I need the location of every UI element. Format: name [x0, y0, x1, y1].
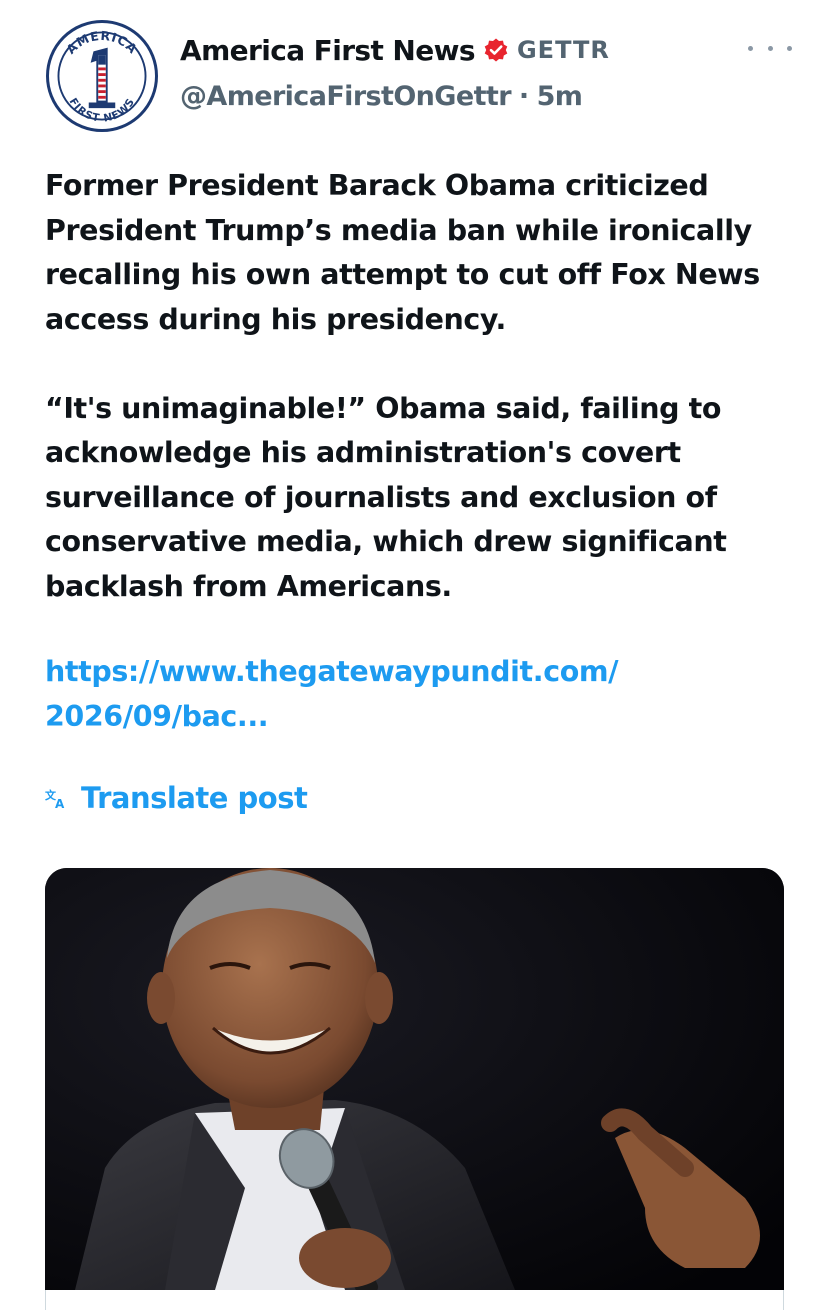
author-display-name[interactable]: America First News: [180, 34, 476, 67]
svg-text:A: A: [55, 797, 65, 810]
photo-of-smiling-man-holding-microphone-icon: [45, 868, 784, 1290]
platform-tag: GETTR: [516, 36, 610, 64]
translate-label: Translate post: [81, 781, 308, 815]
handle-separator: ·: [518, 80, 529, 112]
author-avatar[interactable]: AMERICA FIRST NEWS: [46, 20, 158, 132]
verified-badge-icon: [483, 37, 509, 63]
more-dot-icon: [787, 45, 792, 51]
post-card: AMERICA FIRST NEWS America First News GE…: [0, 0, 828, 1310]
post-paragraph: Former President Barack Obama criticized…: [45, 169, 760, 336]
media-bottom-border: [45, 1290, 784, 1310]
post-media-image[interactable]: [45, 868, 784, 1290]
article-link[interactable]: https://www.thegatewaypundit.com/ 2026/0…: [45, 650, 805, 739]
article-link-line: 2026/09/bac...: [45, 699, 269, 733]
article-link-line: https://www.thegatewaypundit.com/: [45, 655, 619, 688]
translate-icon: 文 A: [45, 786, 69, 810]
author-handle-row: @AmericaFirstOnGettr · 5m: [180, 78, 583, 114]
post-paragraph: “It's unimaginable!” Obama said, failing…: [45, 391, 727, 603]
america-first-news-logo-icon: AMERICA FIRST NEWS: [54, 28, 150, 125]
author-handle[interactable]: @AmericaFirstOnGettr: [180, 81, 512, 112]
more-dot-icon: [748, 45, 753, 51]
author-name-row: America First News GETTR: [180, 30, 610, 70]
more-options-button[interactable]: [748, 36, 792, 60]
post-body: Former President Barack Obama criticized…: [45, 164, 805, 609]
more-dot-icon: [767, 45, 773, 51]
post-timestamp[interactable]: 5m: [537, 81, 583, 112]
translate-post-button[interactable]: 文 A Translate post: [45, 776, 308, 820]
